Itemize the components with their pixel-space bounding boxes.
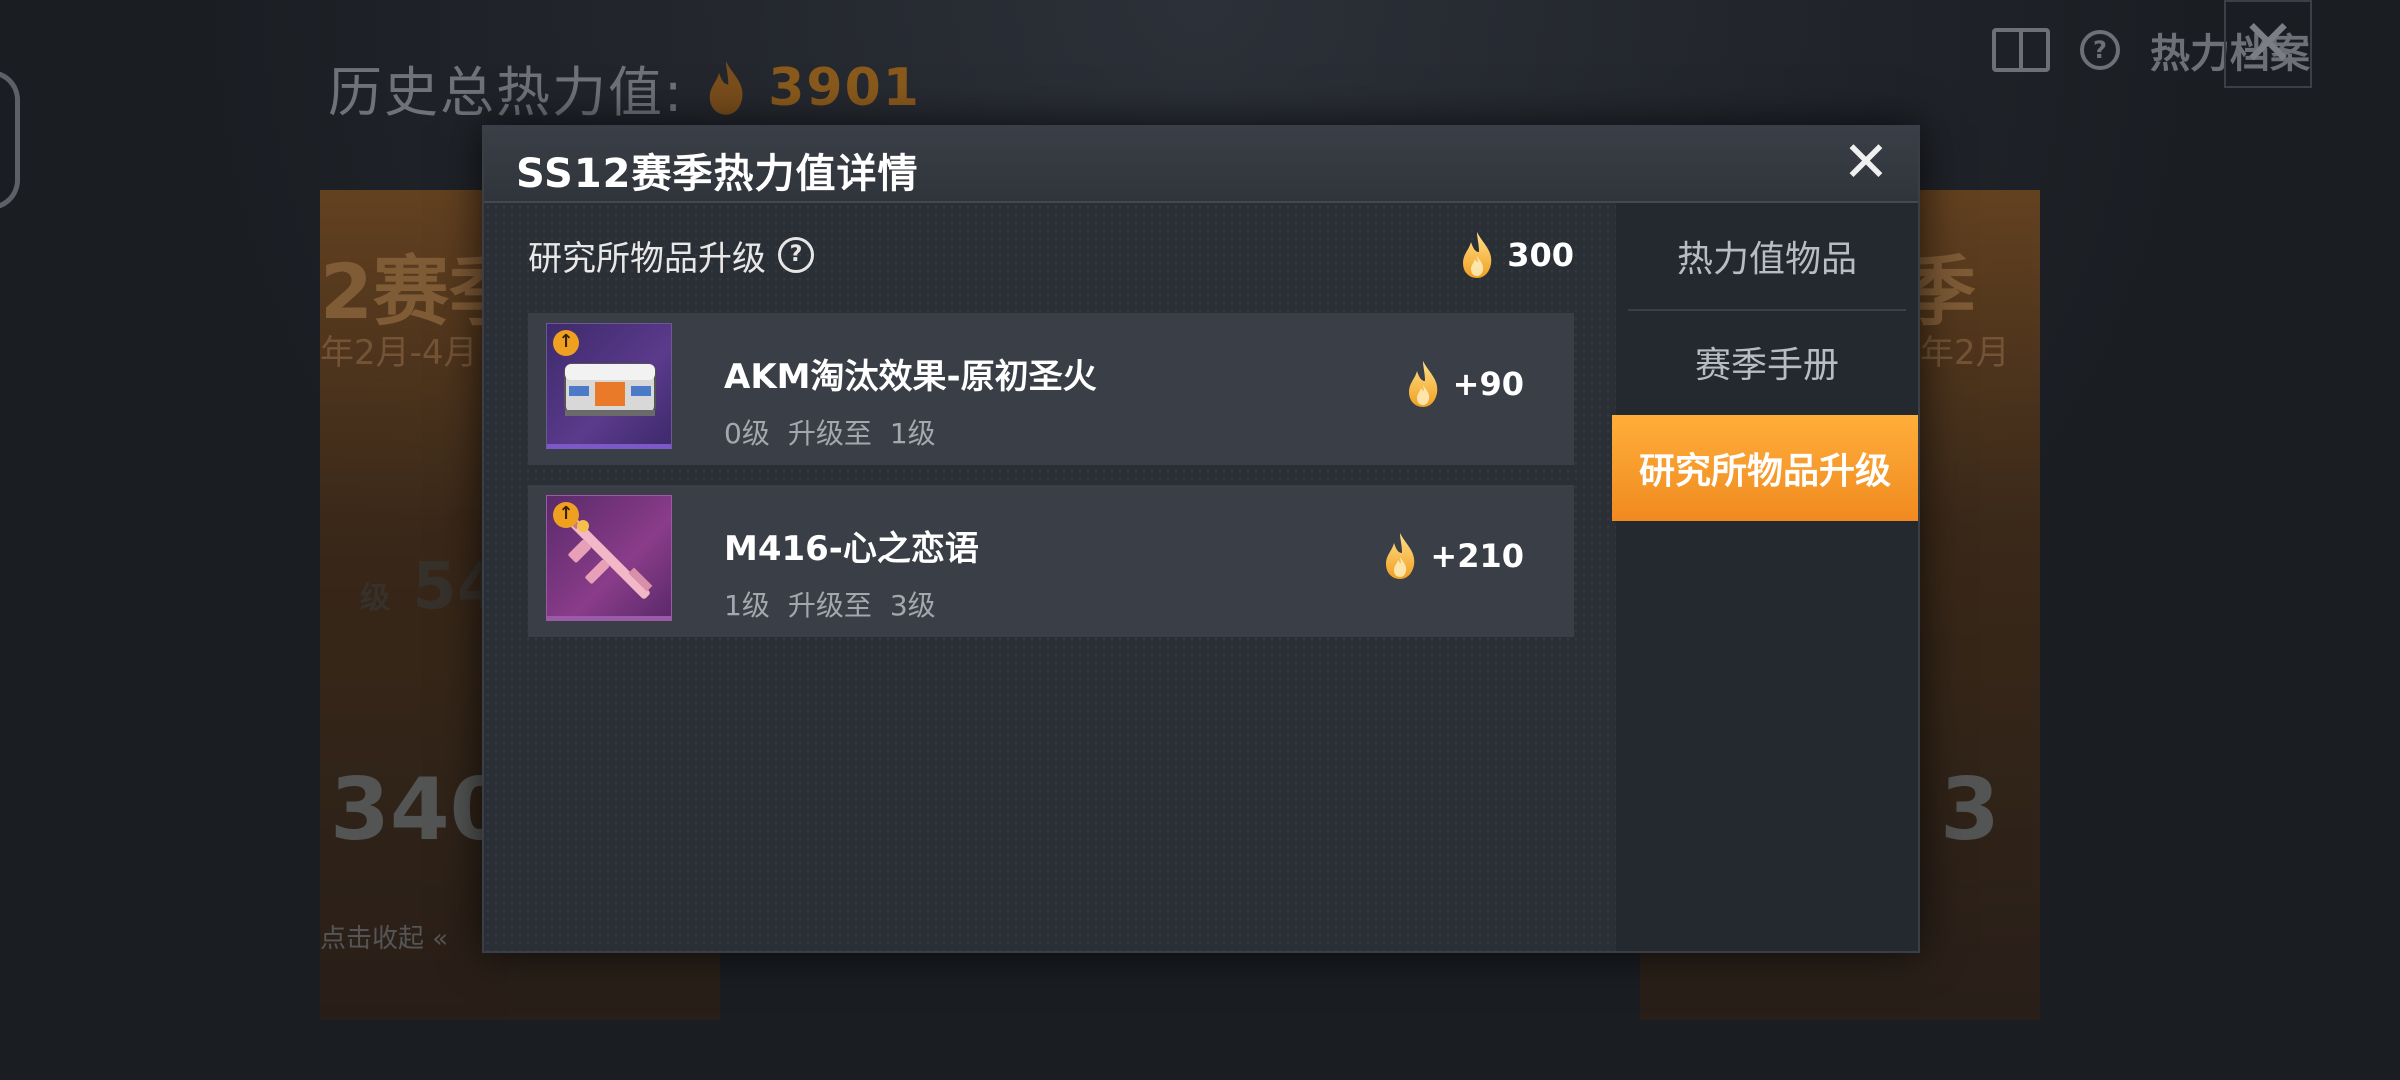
item-info: M416-心之恋语 1级 升级至 3级 [724,521,979,624]
points-value: +210 [1430,537,1524,575]
section-title-text: 研究所物品升级 [528,238,766,279]
season-dates: 年2月-4月 [320,333,478,373]
upgrade-badge-icon: ↑ [553,502,579,528]
collapse-hint[interactable]: 点击收起 « [320,918,448,955]
list-item: ↑ M416-心之恋语 1级 升级至 3级 +210 [528,485,1574,637]
to-level: 3级 [889,589,936,622]
hexagon-frame [0,70,20,210]
book-icon[interactable] [1992,28,2050,72]
modal-header: SS12赛季热力值详情 ✕ [484,127,1918,203]
section-total-value: 300 [1507,236,1574,274]
upgrade-text: 升级至 [787,589,872,622]
flame-icon [1463,232,1492,278]
season-dates: 年2月 [1920,333,2010,373]
item-points: +90 [1403,359,1524,409]
item-level: 0级 升级至 1级 [724,412,1097,452]
list-item: ↑ AKM淘汰效果-原初圣火 0级 升级至 1级 +90 [528,313,1574,465]
season-heat-detail-modal: SS12赛季热力值详情 ✕ 研究所物品升级 ? 300 ↑ AKM淘汰效果-原初… [482,125,1920,953]
item-level: 1级 升级至 3级 [724,584,979,624]
modal-title: SS12赛季热力值详情 [516,151,919,197]
tab-season-handbook[interactable]: 赛季手册 [1616,309,1918,415]
item-thumbnail[interactable]: ↑ [546,495,672,621]
item-name: AKM淘汰效果-原初圣火 [724,357,1097,397]
history-value: 3901 [768,57,921,118]
section-header: 研究所物品升级 ? 300 [528,227,1574,283]
history-total: 历史总热力值: 3901 [328,48,921,127]
from-level: 0级 [724,417,770,450]
history-label: 历史总热力值: [328,61,685,124]
upgrade-badge-icon: ↑ [553,330,579,356]
tab-heat-items[interactable]: 热力值物品 [1616,203,1918,309]
background-close-button[interactable]: ✕ [2224,0,2312,88]
item-info: AKM淘汰效果-原初圣火 0级 升级至 1级 [724,349,1097,452]
flame-icon [1408,361,1437,407]
help-icon[interactable]: ? [2080,30,2120,70]
flame-icon [709,60,743,115]
item-name: M416-心之恋语 [724,529,979,569]
section-total: 300 [1457,230,1574,280]
help-icon[interactable]: ? [778,237,814,273]
flame-icon [1386,533,1415,579]
upgrade-text: 升级至 [787,417,872,450]
to-level: 1级 [889,417,936,450]
close-icon[interactable]: ✕ [1838,135,1894,193]
from-level: 1级 [724,589,770,622]
item-points: +210 [1380,531,1524,581]
item-thumbnail[interactable]: ↑ [546,323,672,449]
item-list: ↑ AKM淘汰效果-原初圣火 0级 升级至 1级 +90 ↑ M416-心之恋语… [528,313,1574,657]
tab-lab-upgrade[interactable]: 研究所物品升级 [1612,415,1918,521]
points-value: +90 [1452,365,1524,403]
season-value: 3 [1940,760,2000,860]
season-level: 级 54 [360,550,502,624]
modal-content: 研究所物品升级 ? 300 ↑ AKM淘汰效果-原初圣火 0级 升级至 1级 +… [484,203,1618,951]
section-title: 研究所物品升级 ? [528,231,814,280]
side-tabs: 热力值物品 赛季手册 研究所物品升级 [1612,203,1918,951]
